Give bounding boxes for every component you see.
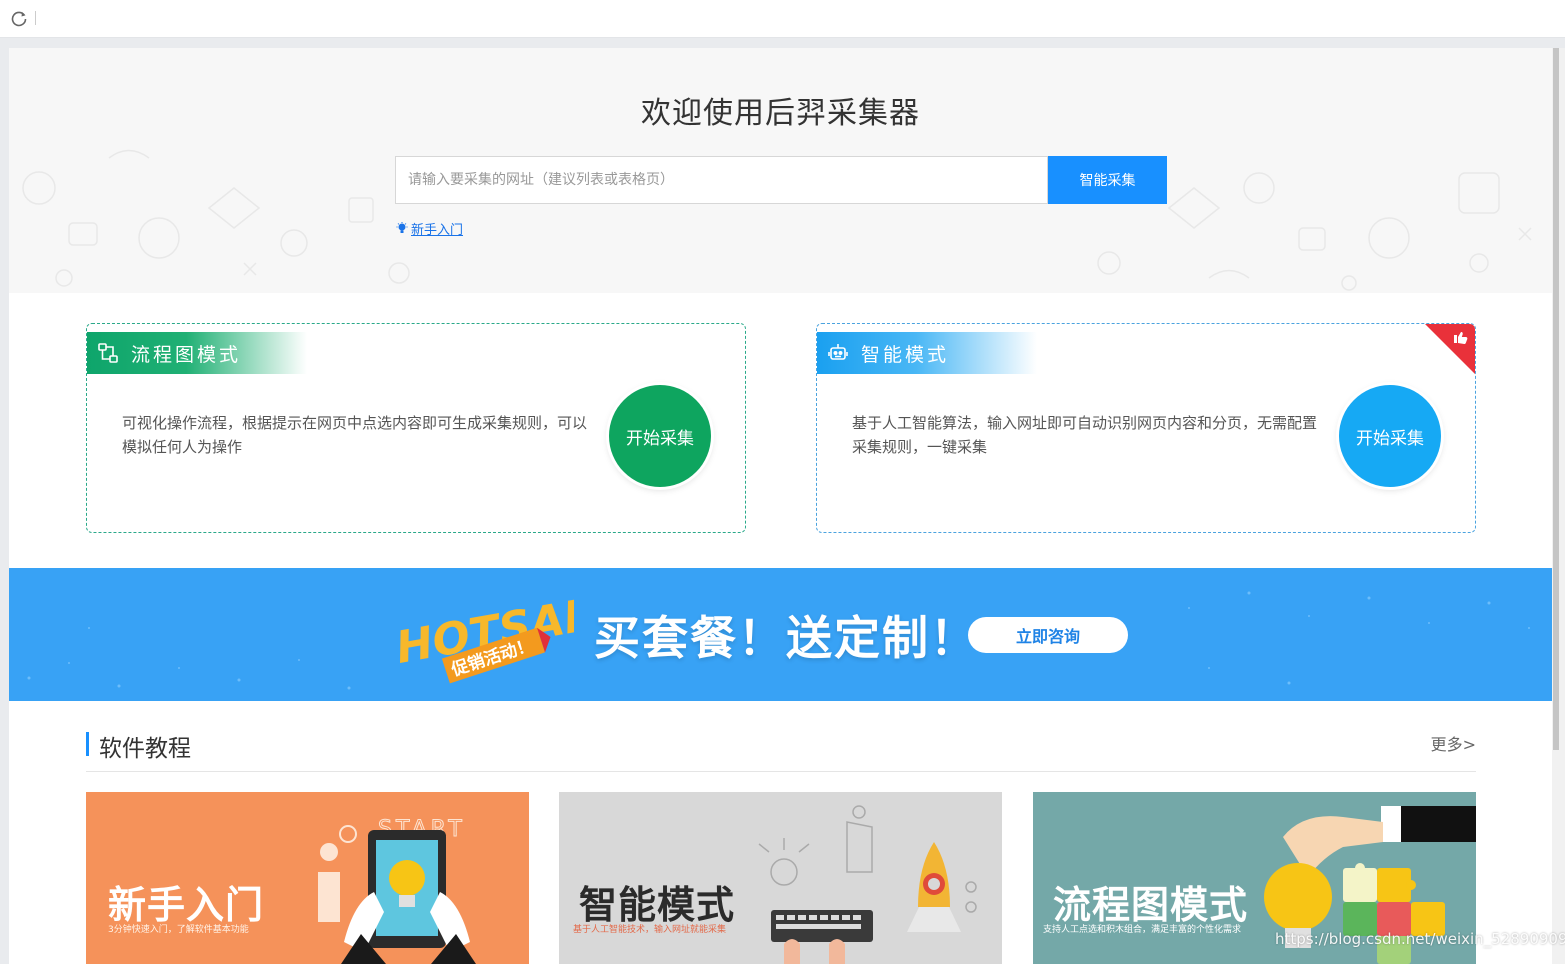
beginner-card-subtitle: 3分钟快速入门，了解软件基本功能	[108, 925, 249, 935]
tutorial-card-smart[interactable]: 智能模式 基于人工智能技术，输入网址就能采集	[559, 792, 1002, 964]
section-accent-bar	[86, 732, 89, 756]
flowchart-mode-title: 流程图模式	[131, 343, 242, 366]
flowchart-mode-card: 流程图模式 可视化操作流程，根据提示在网页中点选内容即可生成采集规则，可以模拟任…	[86, 323, 746, 533]
smart-mode-description: 基于人工智能算法，输入网址即可自动识别网页内容和分页，无需配置采集规则，一键采集	[852, 414, 1318, 456]
tutorials-title: 软件教程	[99, 736, 191, 762]
consult-now-button[interactable]: 立即咨询	[968, 617, 1128, 653]
more-tutorials-link[interactable]: 更多>	[1431, 731, 1476, 755]
csdn-watermark: https://blog.csdn.net/weixin_52890909	[1275, 930, 1565, 948]
tutorials-header: 软件教程 更多>	[86, 728, 1476, 772]
hero-section: 欢迎使用后羿采集器 智能采集 新手入门	[9, 48, 1552, 293]
promo-slogan: 买套餐！送定制！	[594, 611, 978, 665]
recommend-corner-badge	[1425, 324, 1475, 374]
robot-icon	[828, 344, 848, 360]
smart-mode-title: 智能模式	[861, 343, 950, 366]
flowchart-card-subtitle: 支持人工点选和积木组合，满足丰富的个性化需求	[1043, 925, 1242, 935]
beginner-guide-link[interactable]: 新手入门	[396, 219, 463, 238]
app-window: 欢迎使用后羿采集器 智能采集 新手入门 流程图模式 可视化操作流程，根据提示	[9, 48, 1552, 964]
url-input-wrapper	[395, 156, 1048, 204]
tutorial-card-beginner[interactable]: START 新手入门 3分钟快速入门，了解软件基本功能	[86, 792, 529, 964]
beginner-guide-label: 新手入门	[411, 223, 464, 238]
beginner-card-title: 新手入门	[108, 883, 265, 927]
smart-collect-button[interactable]: 智能采集	[1048, 156, 1167, 204]
smart-mode-tag: 智能模式	[817, 332, 1037, 374]
smart-card-title: 智能模式	[579, 883, 736, 927]
smart-card-subtitle: 基于人工智能技术，输入网址就能采集	[573, 925, 727, 935]
smart-start-button[interactable]: 开始采集	[1339, 385, 1441, 487]
scrollbar-thumb[interactable]	[1553, 48, 1559, 750]
lightbulb-icon	[396, 222, 408, 233]
smart-mode-card: 智能模式 基于人工智能算法，输入网址即可自动识别网页内容和分页，无需配置采集规则…	[816, 323, 1476, 533]
flowchart-icon	[98, 343, 118, 363]
toolbar-divider	[35, 11, 36, 25]
promo-banner[interactable]: HOTSALE 促销活动！ 买套餐！送定制！ 立即咨询	[9, 568, 1552, 701]
refresh-icon[interactable]	[10, 9, 28, 27]
url-input[interactable]	[396, 157, 1047, 203]
flowchart-start-button[interactable]: 开始采集	[609, 385, 711, 487]
flowchart-mode-description: 可视化操作流程，根据提示在网页中点选内容即可生成采集规则，可以模拟任何人为操作	[122, 414, 588, 456]
flowchart-mode-tag: 流程图模式	[87, 332, 307, 374]
page-title: 欢迎使用后羿采集器	[641, 96, 920, 131]
flowchart-card-title: 流程图模式	[1053, 883, 1249, 927]
vertical-scrollbar[interactable]	[1552, 48, 1565, 964]
hotsale-badge: HOTSALE 促销活动！	[394, 588, 574, 684]
browser-toolbar	[0, 0, 1565, 38]
